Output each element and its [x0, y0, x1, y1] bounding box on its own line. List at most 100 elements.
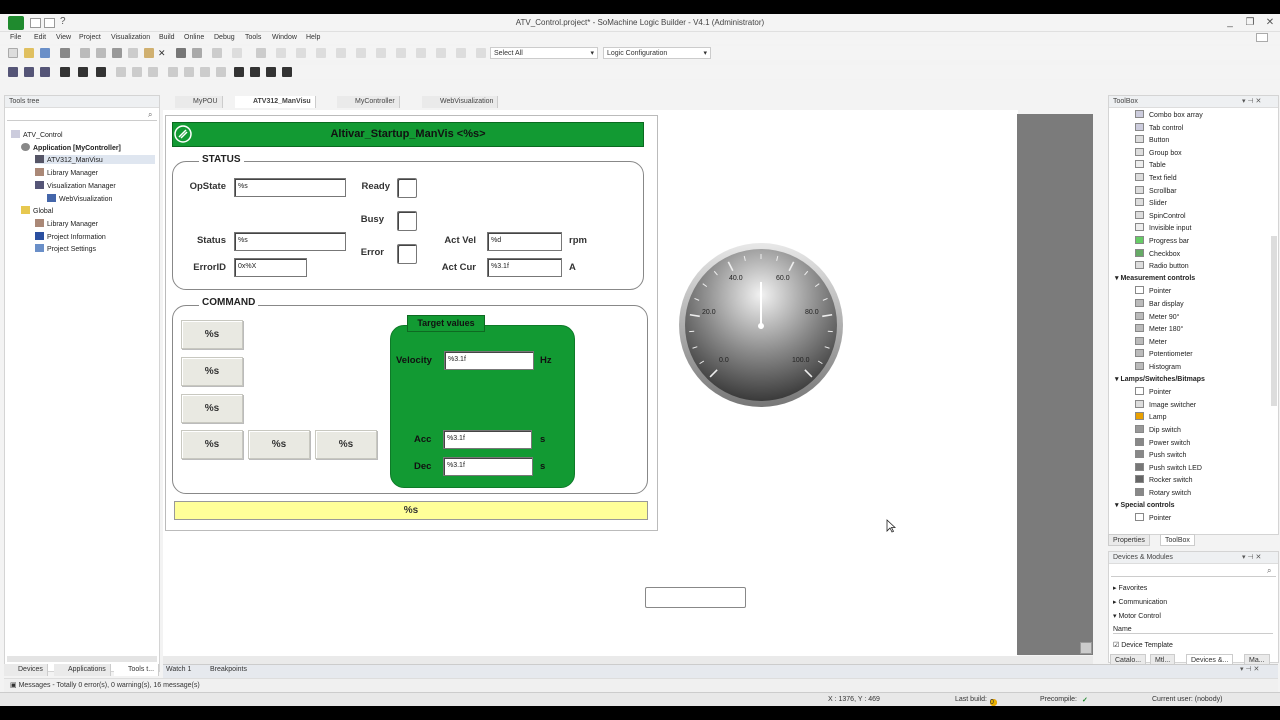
toolbox-category-special-controls[interactable]: ▾ Special controls: [1115, 501, 1175, 509]
toolbox-item-pointer[interactable]: Pointer: [1135, 286, 1171, 295]
opstate-field[interactable]: %s: [234, 178, 346, 197]
distribute-icon[interactable]: [396, 48, 406, 58]
tree-scrollbar[interactable]: [7, 656, 157, 662]
status-field[interactable]: %s: [234, 232, 346, 251]
clean-icon[interactable]: [40, 67, 50, 77]
open-icon[interactable]: [24, 48, 34, 58]
toolbox-item-progress-bar[interactable]: Progress bar: [1135, 236, 1189, 245]
force-values-icon[interactable]: [250, 67, 260, 77]
menu-edit[interactable]: Edit: [34, 34, 46, 41]
tree-item-atv312-manvisu[interactable]: ATV312_ManVisu: [35, 155, 155, 164]
toolbox-item-radio-button[interactable]: Radio button: [1135, 261, 1189, 270]
menu-debug[interactable]: Debug: [214, 34, 235, 41]
maximize-button[interactable]: ❐: [1242, 16, 1258, 29]
velocity-field[interactable]: %3.1f: [444, 351, 534, 370]
find-icon[interactable]: [176, 48, 186, 58]
print-icon[interactable]: [60, 48, 70, 58]
toolbox-item-text-field[interactable]: Text field: [1135, 173, 1177, 182]
reset-icon[interactable]: [148, 67, 158, 77]
unforce-icon[interactable]: [266, 67, 276, 77]
tab-devices[interactable]: Devices: [4, 664, 48, 676]
tree-item-project-information[interactable]: Project Information: [35, 232, 106, 241]
tab-toolbox[interactable]: ToolBox: [1160, 534, 1195, 546]
menu-build[interactable]: Build: [159, 34, 175, 41]
device-template-checkbox[interactable]: ☑ Device Template: [1113, 641, 1173, 649]
tab-atv312-manvisu[interactable]: ATV312_ManVisu: [235, 96, 316, 108]
cut-icon[interactable]: [112, 48, 122, 58]
pin-icon[interactable]: ▾ ⊣ ✕: [1240, 665, 1259, 673]
toolbox-item-button[interactable]: Button: [1135, 135, 1169, 144]
tree-item-global-library-manager[interactable]: Library Manager: [35, 219, 98, 228]
devices-search[interactable]: [1111, 566, 1276, 577]
toolbox-item-histogram[interactable]: Histogram: [1135, 362, 1181, 371]
tab-tools-tree[interactable]: Tools t...: [114, 664, 160, 676]
cat-motor-control[interactable]: ▾ Motor Control: [1113, 612, 1161, 620]
toolbox-item-meter-90[interactable]: Meter 90°: [1135, 311, 1179, 321]
tree-item-visualization-manager[interactable]: Visualization Manager: [35, 181, 116, 190]
toolbox-item-push-switch-led[interactable]: Push switch LED: [1135, 462, 1202, 472]
paste-icon[interactable]: [144, 48, 154, 58]
acc-field[interactable]: %3.1f: [443, 430, 532, 449]
toolbox-item-meter[interactable]: Meter: [1135, 336, 1167, 346]
new-project-icon[interactable]: [8, 48, 18, 58]
tree-item-webvisualization[interactable]: WebVisualization: [47, 194, 112, 203]
empty-element[interactable]: [645, 587, 746, 608]
toolbox-item-push-switch[interactable]: Push switch: [1135, 450, 1186, 459]
build-icon[interactable]: [8, 67, 18, 77]
toolbox-item-group-box[interactable]: Group box: [1135, 147, 1182, 157]
actvel-field[interactable]: %d: [487, 232, 562, 251]
command-button-5[interactable]: %s: [248, 430, 310, 459]
command-button-6[interactable]: %s: [315, 430, 377, 459]
logout-icon[interactable]: [78, 67, 88, 77]
tree-item-global[interactable]: Global: [21, 206, 53, 215]
toolbox-scrollbar[interactable]: [1271, 236, 1277, 406]
delete-icon[interactable]: ✕: [158, 48, 168, 58]
toolbox-item-combo-box-array[interactable]: Combo box array: [1135, 110, 1203, 119]
toolbox-item-invisible-input[interactable]: Invisible input: [1135, 223, 1191, 232]
search-icon[interactable]: ⌕: [148, 110, 152, 120]
step-over-icon[interactable]: [184, 67, 194, 77]
toolbox-item-lamp[interactable]: Lamp: [1135, 412, 1167, 421]
stop-icon[interactable]: [132, 67, 142, 77]
undo-icon[interactable]: [80, 48, 90, 58]
height-icon[interactable]: [456, 48, 466, 58]
command-button-3[interactable]: %s: [181, 394, 243, 423]
tab-mycontroller[interactable]: MyController: [337, 96, 400, 108]
tree-item-project[interactable]: ATV_Control: [11, 130, 63, 139]
replace-icon[interactable]: [192, 48, 202, 58]
toolbox-item-checkbox[interactable]: Checkbox: [1135, 248, 1180, 258]
meter-gauge[interactable]: 0.0 20.0 40.0 60.0 80.0 100.0: [678, 242, 844, 408]
space-icon[interactable]: [376, 48, 386, 58]
errorid-field[interactable]: 0x%X: [234, 258, 307, 277]
order-icon[interactable]: [296, 48, 306, 58]
pin-icon[interactable]: ▾ ⊣ ✕: [1242, 553, 1261, 561]
toolbox-item-pointer[interactable]: Pointer: [1135, 513, 1171, 522]
rebuild-icon[interactable]: [24, 67, 34, 77]
toolbox-item-image-switcher[interactable]: Image switcher: [1135, 399, 1196, 409]
toolbox-item-pointer[interactable]: Pointer: [1135, 387, 1171, 396]
actcur-field[interactable]: %3.1f: [487, 258, 562, 277]
logic-configuration-dropdown[interactable]: Logic Configuration ▾: [603, 47, 711, 59]
tab-properties[interactable]: Properties: [1108, 534, 1150, 546]
toolbox-item-meter-180[interactable]: Meter 180°: [1135, 324, 1183, 333]
command-button-2[interactable]: %s: [181, 357, 243, 386]
toolbox-item-power-switch[interactable]: Power switch: [1135, 437, 1190, 447]
step-into-icon[interactable]: [200, 67, 210, 77]
menu-tools[interactable]: Tools: [245, 34, 261, 41]
command-button-4[interactable]: %s: [181, 430, 243, 459]
download-icon[interactable]: [96, 67, 106, 77]
tree-item-library-manager[interactable]: Library Manager: [35, 168, 98, 177]
group-icon[interactable]: [256, 48, 266, 58]
restore-doc-icon[interactable]: [1256, 33, 1268, 42]
force-list-icon[interactable]: [282, 67, 292, 77]
write-values-icon[interactable]: [234, 67, 244, 77]
tab-mypou[interactable]: MyPOU: [175, 96, 223, 108]
toolbox-item-bar-display[interactable]: Bar display: [1135, 299, 1184, 308]
dec-field[interactable]: %3.1f: [443, 457, 533, 476]
menu-window[interactable]: Window: [272, 34, 297, 41]
toolbox-item-tab-control[interactable]: Tab control: [1135, 122, 1183, 132]
tab-applications[interactable]: Applications: [54, 664, 111, 676]
zoom-icon[interactable]: [1080, 642, 1092, 654]
size-icon[interactable]: [276, 48, 286, 58]
canvas-hscrollbar[interactable]: [163, 656, 1093, 664]
